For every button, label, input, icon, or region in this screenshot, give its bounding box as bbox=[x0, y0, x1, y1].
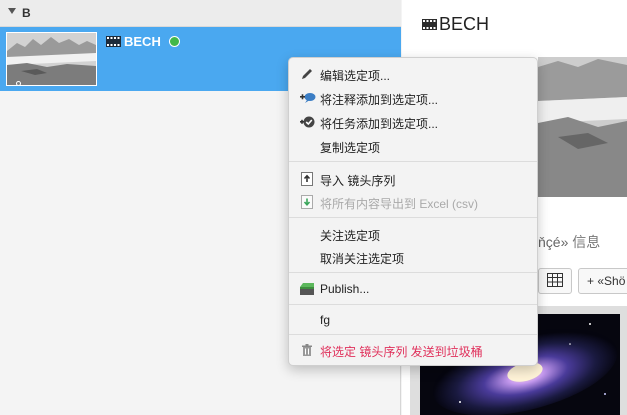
thumbnail[interactable] bbox=[6, 32, 97, 86]
menu-item-follow[interactable]: 关注选定项 bbox=[289, 223, 537, 245]
menu-item-copy-selected[interactable]: 复制选定项 bbox=[289, 135, 537, 157]
add-task-icon bbox=[300, 115, 315, 129]
menu-item-export-csv[interactable]: 将所有内容导出到 Excel (csv) bbox=[289, 191, 537, 213]
menu-item-label: 编辑选定项... bbox=[320, 69, 391, 83]
import-icon bbox=[300, 172, 314, 186]
menu-separator bbox=[289, 334, 537, 335]
export-icon bbox=[300, 195, 314, 209]
item-title[interactable]: BECH bbox=[124, 34, 161, 49]
menu-item-label: 导入 镜头序列 bbox=[320, 174, 396, 188]
film-strip-icon bbox=[106, 36, 121, 50]
menu-item-label: 将注释添加到选定项... bbox=[320, 93, 439, 107]
status-icon bbox=[169, 36, 180, 47]
menu-separator bbox=[289, 217, 537, 218]
menu-item-add-task[interactable]: 将任务添加到选定项... bbox=[289, 111, 537, 133]
menu-item-label: 将任务添加到选定项... bbox=[320, 117, 439, 131]
add-note-icon bbox=[300, 91, 316, 105]
add-button[interactable]: + «Shö bbox=[578, 268, 627, 294]
detail-thumbnail bbox=[538, 57, 627, 197]
publish-icon bbox=[300, 282, 314, 296]
film-strip-icon bbox=[422, 19, 437, 33]
menu-separator bbox=[289, 272, 537, 273]
grid-view-button[interactable] bbox=[538, 268, 572, 294]
info-heading: ňçé» 信息 bbox=[538, 232, 600, 252]
menu-item-label: Publish... bbox=[320, 282, 370, 296]
menu-item-add-note[interactable]: 将注释添加到选定项... bbox=[289, 87, 537, 109]
menu-item-fg[interactable]: fg bbox=[289, 309, 537, 331]
menu-item-edit-selected[interactable]: 编辑选定项... bbox=[289, 63, 537, 85]
menu-item-label: 将选定 镜头序列 发送到垃圾桶 bbox=[320, 345, 483, 359]
menu-item-publish[interactable]: Publish... bbox=[289, 278, 537, 300]
info-heading-suffix: 信息 bbox=[568, 234, 601, 250]
menu-item-label: 取消关注选定项 bbox=[320, 252, 405, 266]
detail-title: BECH bbox=[439, 14, 490, 34]
trash-icon bbox=[300, 343, 314, 357]
group-label: B bbox=[22, 6, 31, 20]
menu-item-import[interactable]: 导入 镜头序列 bbox=[289, 168, 537, 190]
menu-item-label: 关注选定项 bbox=[320, 229, 381, 243]
context-menu: 编辑选定项... 将注释添加到选定项... 将任务添加到选定项... 复制选定项… bbox=[288, 57, 538, 366]
menu-item-label: 复制选定项 bbox=[320, 141, 381, 155]
menu-separator bbox=[289, 304, 537, 305]
menu-item-label: 将所有内容导出到 Excel (csv) bbox=[320, 197, 479, 211]
group-header[interactable]: B bbox=[0, 0, 401, 27]
grid-icon bbox=[547, 272, 563, 290]
menu-item-unfollow[interactable]: 取消关注选定项 bbox=[289, 246, 537, 268]
menu-item-label: fg bbox=[320, 313, 331, 327]
thumbnail-marker bbox=[16, 81, 21, 85]
menu-separator bbox=[289, 161, 537, 162]
pencil-icon bbox=[300, 67, 314, 81]
disclosure-triangle-icon[interactable] bbox=[8, 8, 16, 14]
info-heading-prefix: ňçé» bbox=[538, 234, 569, 250]
menu-item-send-to-trash[interactable]: 将选定 镜头序列 发送到垃圾桶 bbox=[289, 339, 537, 361]
